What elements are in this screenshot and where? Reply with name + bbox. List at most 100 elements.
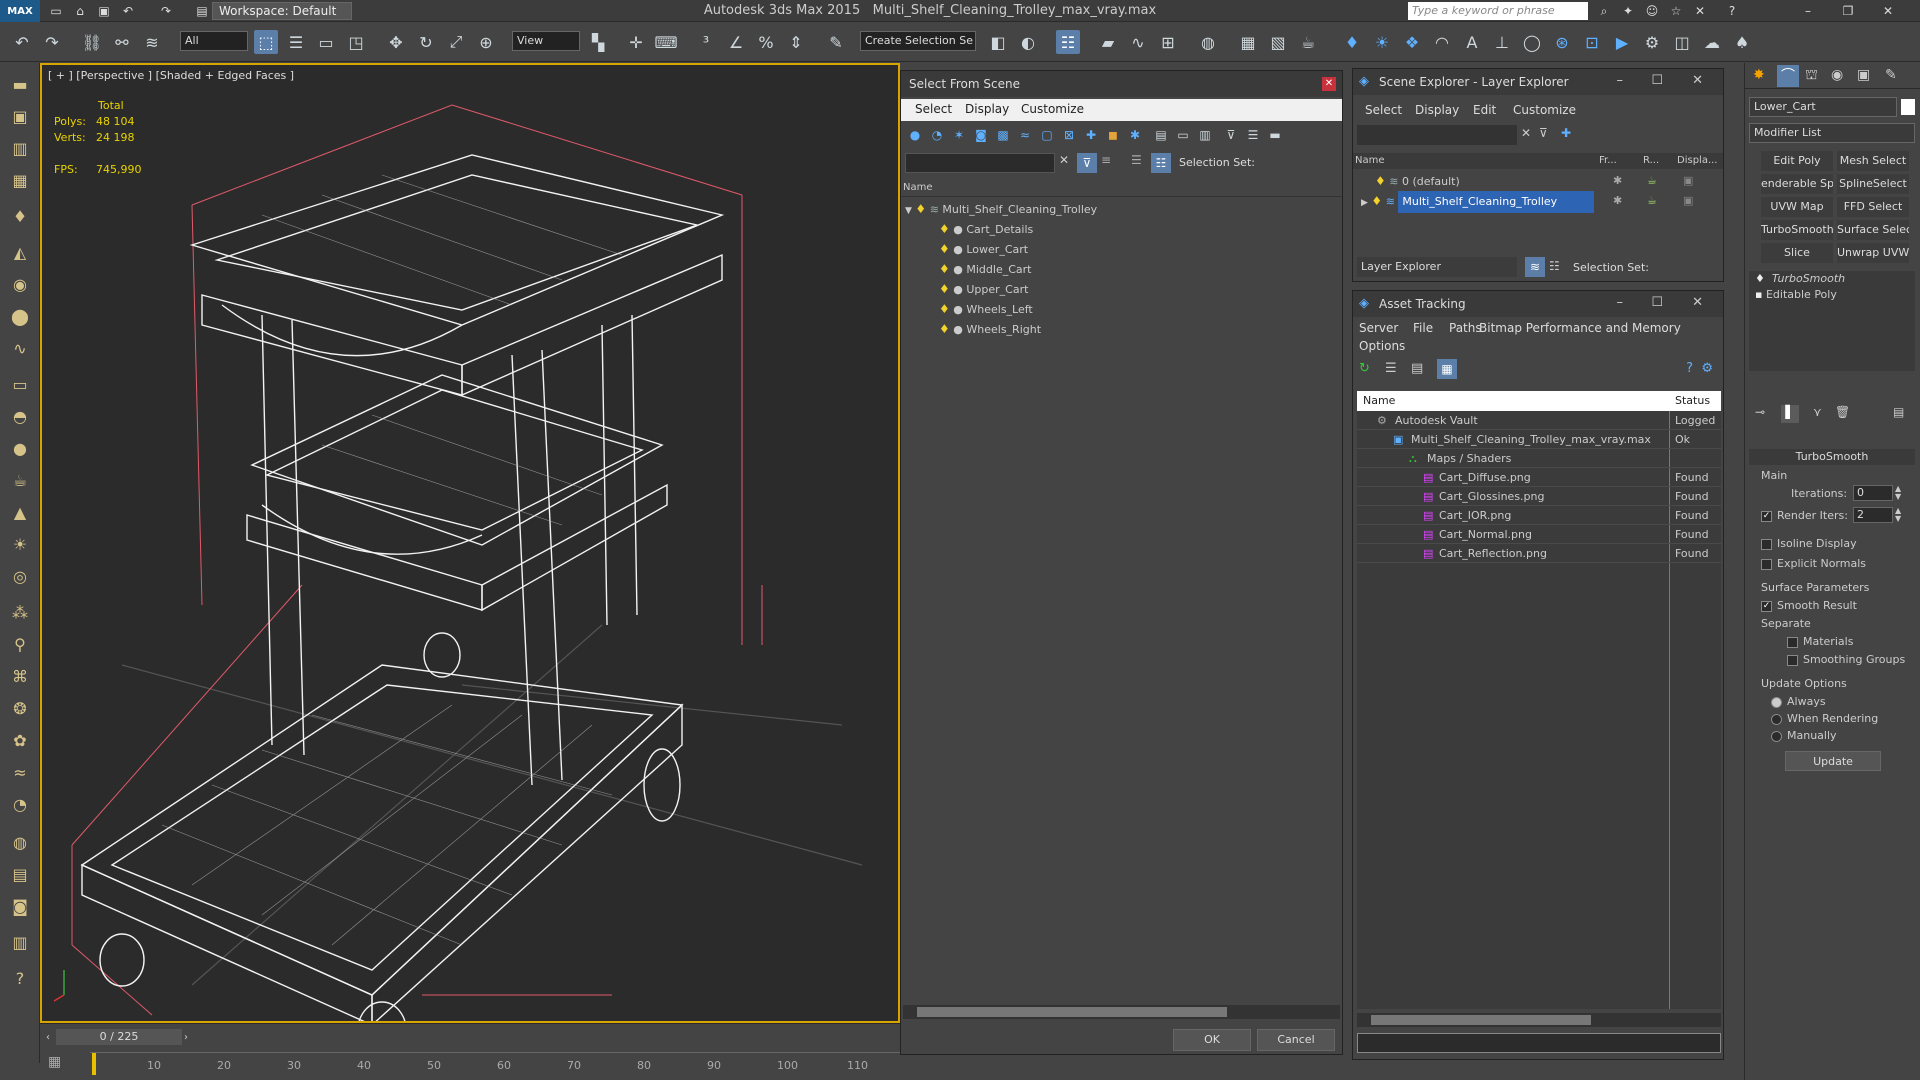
explicit-normals-checkbox[interactable]: Explicit Normals: [1761, 557, 1866, 570]
light-filter-icon[interactable]: ✶: [949, 125, 969, 145]
uvw-map-button[interactable]: UVW Map: [1761, 197, 1833, 217]
undo-icon[interactable]: ↶: [10, 30, 34, 54]
maximize-icon[interactable]: ☐: [1651, 73, 1663, 88]
reference-coord-dropdown[interactable]: View: [512, 31, 580, 51]
list-view-icon[interactable]: ☰: [1385, 361, 1397, 376]
bone-filter-icon[interactable]: ✚: [1081, 125, 1101, 145]
rollout-title[interactable]: TurboSmooth: [1749, 449, 1915, 465]
named-selection-dropdown[interactable]: Create Selection Se: [860, 31, 976, 51]
horizontal-scrollbar[interactable]: [1357, 1013, 1721, 1027]
menu-file[interactable]: File: [1413, 321, 1433, 335]
light-bulb-icon[interactable]: ♦: [939, 262, 950, 276]
teapot-icon[interactable]: ☕: [8, 469, 32, 493]
vray-light-icon[interactable]: ♦: [1340, 30, 1364, 54]
object-name-field[interactable]: Lower_Cart: [1749, 97, 1897, 117]
light-bulb-icon[interactable]: ♦: [1371, 194, 1382, 208]
group-filter-icon[interactable]: ▢: [1037, 125, 1057, 145]
workspace-dropdown[interactable]: Workspace: Default: [212, 2, 352, 20]
restore-icon[interactable]: ❐: [1840, 3, 1856, 19]
grid-icon[interactable]: ▦: [8, 169, 32, 193]
show-end-result-icon[interactable]: ▌: [1781, 405, 1799, 423]
align-icon[interactable]: ◐: [1016, 30, 1040, 54]
shell-icon[interactable]: ◔: [8, 793, 32, 817]
shape-filter-icon[interactable]: ◔: [927, 125, 947, 145]
iterations-spinner[interactable]: 0: [1853, 485, 1893, 501]
user-icon[interactable]: ☺: [1644, 3, 1660, 19]
menu-edit[interactable]: Edit: [1473, 103, 1496, 117]
render-iters-checkbox[interactable]: ✓ Render Iters:: [1761, 509, 1848, 522]
when-rendering-radio[interactable]: When Rendering: [1771, 712, 1878, 725]
always-radio[interactable]: Always: [1771, 695, 1826, 708]
ok-button[interactable]: OK: [1173, 1029, 1251, 1051]
find-input[interactable]: [1357, 125, 1517, 145]
vray-bulb-icon[interactable]: ♠: [1730, 30, 1754, 54]
sun-icon[interactable]: ☀: [8, 533, 32, 557]
vray-dome-icon[interactable]: ◠: [1430, 30, 1454, 54]
unwrap-uvw-button[interactable]: Unwrap UVW: [1837, 243, 1909, 263]
timeline[interactable]: ‹ 0 / 225 › ▦ 10 20 30 40 50 60 70 80 90…: [40, 1023, 900, 1080]
stack-item-turbosmooth[interactable]: ♦ TurboSmooth: [1749, 271, 1915, 287]
explorer-type-dropdown[interactable]: Layer Explorer: [1357, 257, 1517, 277]
table-view-icon[interactable]: ▦: [1437, 359, 1457, 379]
layer-mode-icon[interactable]: ≋: [1525, 257, 1545, 277]
light-bulb-icon[interactable]: ♦: [1375, 174, 1386, 188]
close-icon[interactable]: ✕: [1322, 77, 1336, 91]
hierarchy-tab-icon[interactable]: ⛫: [1805, 67, 1818, 85]
move-icon[interactable]: ✥: [384, 30, 408, 54]
filter-options-icon[interactable]: ☰: [1243, 125, 1263, 145]
time-slider[interactable]: 0 / 225: [56, 1029, 182, 1045]
layer-manager-icon[interactable]: ☷: [1056, 30, 1080, 54]
asset-row[interactable]: ▤ Cart_Normal.png Found: [1357, 525, 1721, 544]
create-tab-icon[interactable]: ✸: [1753, 67, 1765, 83]
redo-icon[interactable]: ↷: [158, 3, 174, 19]
collapse-arrow-icon[interactable]: ▼: [905, 206, 912, 216]
plant-icon[interactable]: ✿: [8, 729, 32, 753]
cancel-button[interactable]: Cancel: [1257, 1029, 1335, 1051]
hair-icon[interactable]: ≈: [8, 761, 32, 785]
utilities-tab-icon[interactable]: ✎: [1885, 67, 1897, 83]
spinner-snap-icon[interactable]: ⇕: [784, 30, 808, 54]
menu-select[interactable]: Select: [915, 102, 952, 116]
rect-selection-icon[interactable]: ▭: [314, 30, 338, 54]
xref-filter-icon[interactable]: ⊠: [1059, 125, 1079, 145]
expand-arrow-icon[interactable]: ▶: [1361, 198, 1368, 208]
render-teapot-icon[interactable]: ☕: [1647, 171, 1657, 191]
camera-filter-icon[interactable]: ◙: [971, 125, 991, 145]
clear-find-icon[interactable]: ✕: [1059, 153, 1069, 167]
hierarchy-mode-icon[interactable]: ☷: [1549, 259, 1560, 273]
vray-camera-icon[interactable]: ⊡: [1580, 30, 1604, 54]
save-icon[interactable]: ▣: [96, 3, 112, 19]
slice-button[interactable]: Slice: [1761, 243, 1833, 263]
curve-editor-icon[interactable]: ∿: [1126, 30, 1150, 54]
help-icon[interactable]: ?: [8, 967, 32, 991]
vray-proxy-icon[interactable]: ❖: [1400, 30, 1424, 54]
select-invert-icon[interactable]: ▥: [1195, 125, 1215, 145]
menu-paths[interactable]: Paths: [1449, 321, 1482, 335]
perspective-viewport[interactable]: [ + ] [Perspective ] [Shaded + Edged Fac…: [40, 63, 900, 1023]
modify-tab-icon[interactable]: ⌒: [1777, 65, 1799, 87]
mini-curve-icon[interactable]: ▦: [48, 1054, 61, 1070]
display-icon[interactable]: ▣: [1683, 171, 1693, 191]
scrollbar-thumb[interactable]: [917, 1007, 1227, 1017]
minimize-icon[interactable]: –: [1617, 295, 1624, 310]
vray-plane-icon[interactable]: ⊥: [1490, 30, 1514, 54]
mesh-select-button[interactable]: Mesh Select: [1837, 151, 1909, 171]
find-input[interactable]: [905, 153, 1055, 173]
menu-options[interactable]: Options: [1359, 339, 1405, 353]
scrollbar-thumb[interactable]: [1371, 1015, 1591, 1025]
percent-snap-icon[interactable]: %: [754, 30, 778, 54]
filter-toggle-icon[interactable]: ⊽: [1077, 153, 1097, 173]
remove-modifier-icon[interactable]: 🗑: [1835, 405, 1850, 419]
collapse-icon[interactable]: ▬: [1265, 125, 1285, 145]
asset-row[interactable]: ▤ Cart_Glossines.png Found: [1357, 487, 1721, 506]
helper-icon[interactable]: ◭: [8, 241, 32, 265]
isoline-display-checkbox[interactable]: Isoline Display: [1761, 537, 1857, 550]
add-layer-icon[interactable]: ✚: [1561, 126, 1571, 140]
freeze-icon[interactable]: ✱: [1613, 171, 1622, 191]
cylinder-icon[interactable]: ▥: [8, 137, 32, 161]
exchange-icon[interactable]: ✕: [1692, 3, 1708, 19]
tree-row-child[interactable]: ♦ ● Wheels_Right: [901, 319, 1342, 339]
vray-fur-icon[interactable]: ⊛: [1550, 30, 1574, 54]
help-icon[interactable]: ?: [1686, 361, 1693, 376]
col-name[interactable]: Name: [1355, 153, 1385, 169]
